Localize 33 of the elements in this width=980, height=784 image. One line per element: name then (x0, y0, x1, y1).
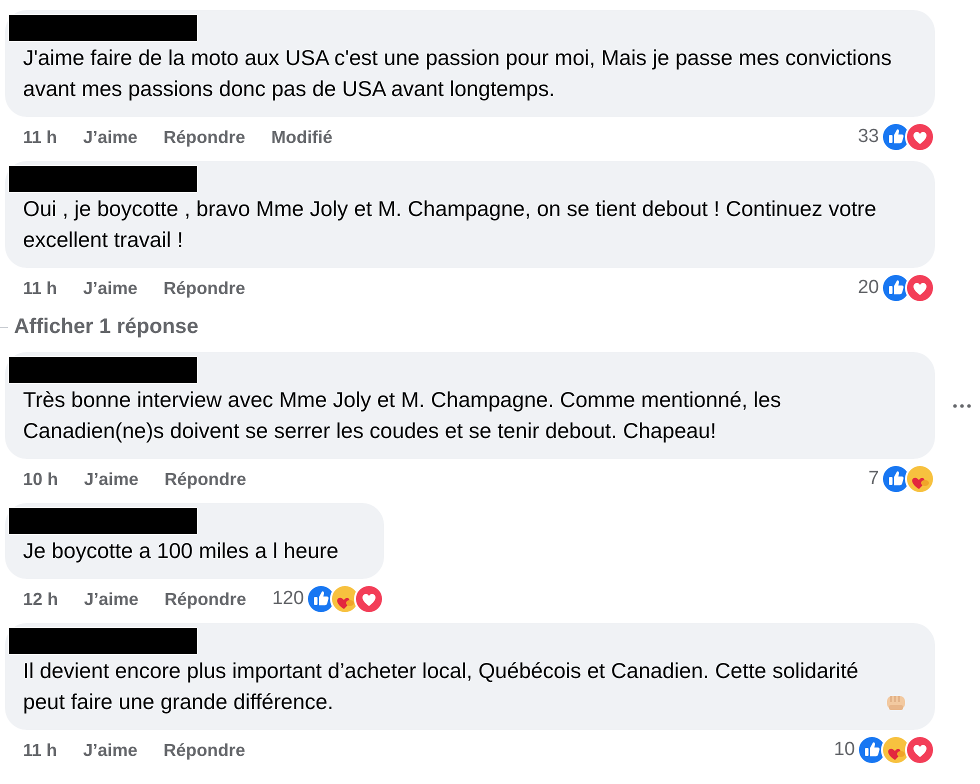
more-icon (953, 404, 971, 408)
reaction-count: 10 (834, 739, 855, 761)
show-replies-link[interactable]: Afficher 1 réponse (14, 315, 198, 339)
like-link[interactable]: J’aime (83, 126, 138, 148)
reply-link[interactable]: Répondre (164, 468, 246, 490)
comment-time: 11 h (23, 740, 58, 760)
heart-reaction-icon[interactable] (354, 584, 384, 614)
reaction-count: 33 (858, 126, 879, 148)
like-link[interactable]: J’aime (83, 278, 138, 298)
heart-reaction-icon[interactable] (905, 122, 935, 152)
comment-time: 11 h (23, 278, 58, 298)
like-link[interactable]: J’aime (83, 740, 138, 760)
comment-time: 12 h (23, 588, 58, 610)
reply-link[interactable]: Répondre (164, 278, 246, 298)
comment-time: 10 h (23, 468, 58, 490)
comment-text: Très bonne interview avec Mme Joly et M. Champagne. Comme mentionné, les Canadien(ne)s doivent se serrer les coudes et se tenir debout. Chapeau! (23, 387, 782, 445)
like-link[interactable]: J’aime (84, 588, 139, 610)
reply-link[interactable]: Répondre (164, 126, 246, 148)
hug-reaction-icon[interactable] (905, 464, 935, 494)
edited-label: Modifié (271, 126, 332, 148)
comment-text: Oui , je boycotte , bravo Mme Joly et M. Champagne, on se tient debout ! Continuez votre excellent travail ! (23, 196, 878, 254)
like-link[interactable]: J’aime (84, 468, 139, 490)
comment-text: Il devient encore plus important d’acheter local, Québécois et Canadien. Cette solidarité peut faire une grande différence. (23, 658, 860, 716)
reaction-count: 120 (272, 588, 304, 610)
heart-reaction-icon[interactable] (905, 273, 935, 303)
reaction-count: 20 (858, 277, 879, 299)
comment-text: Je boycotte a 100 miles a l heure (23, 538, 339, 565)
reply-link[interactable]: Répondre (164, 740, 246, 760)
comment-text: J'aime faire de la moto aux USA c'est une passion pour moi, Mais je passe mes convictions avant mes passions donc pas de USA avant longtemps. (23, 45, 893, 103)
reply-link[interactable]: Répondre (164, 588, 246, 610)
comment-time: 11 h (23, 126, 58, 148)
heart-reaction-icon[interactable] (905, 735, 935, 765)
reaction-count: 7 (868, 468, 879, 490)
